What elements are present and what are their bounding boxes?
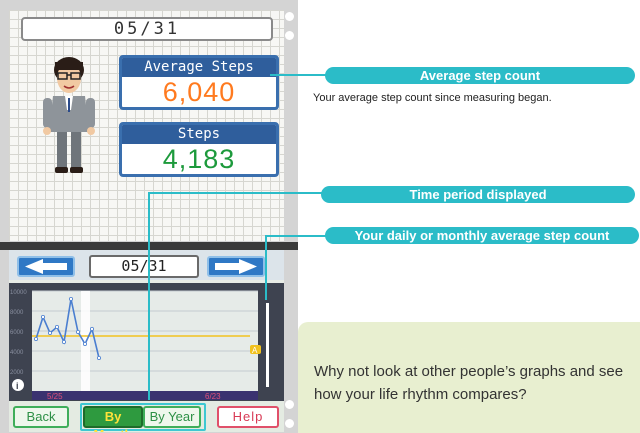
y-tick-label: 4000 bbox=[10, 350, 24, 356]
data-point bbox=[69, 296, 74, 301]
date-nav-bar: 05/31 bbox=[9, 250, 284, 280]
svg-text:A: A bbox=[252, 346, 258, 355]
bottom-dot-2 bbox=[285, 419, 294, 428]
help-button[interactable]: Help bbox=[217, 406, 279, 428]
x-end-label: 6/23 bbox=[205, 392, 221, 401]
step-graph[interactable]: 2000 4000 6000 8000 10000 5/25 6/23 A i bbox=[9, 283, 284, 401]
bottom-date: 05/31 bbox=[89, 255, 199, 278]
svg-text:i: i bbox=[16, 381, 19, 391]
steps-box: Steps 4,183 bbox=[119, 122, 279, 177]
data-point bbox=[76, 330, 81, 335]
graph-scrollbar bbox=[266, 303, 269, 387]
ds-console-frame: 05/31 Average Steps 6,040 Steps 4,183 05… bbox=[0, 0, 298, 433]
arrow-right-icon bbox=[215, 259, 257, 274]
average-step-count-description: Your average step count since measuring … bbox=[313, 92, 552, 104]
y-tick-label: 8000 bbox=[10, 310, 24, 316]
back-button[interactable]: Back bbox=[13, 406, 69, 428]
average-marker: A bbox=[250, 345, 261, 355]
top-dot-1 bbox=[285, 12, 294, 21]
time-period-callout: Time period displayed bbox=[321, 186, 635, 203]
tip-box: Why not look at other people’s graphs an… bbox=[298, 322, 640, 433]
hinge bbox=[0, 242, 298, 250]
info-icon: i bbox=[12, 379, 24, 391]
data-point bbox=[83, 342, 88, 347]
bottom-screen: 05/31 2000 4000 6000 8000 10000 5/25 6/23 bbox=[9, 250, 284, 432]
data-point bbox=[62, 340, 67, 345]
x-axis-band bbox=[32, 391, 258, 400]
data-point bbox=[97, 356, 102, 361]
arrow-left-icon bbox=[25, 259, 67, 274]
bottom-toolbar: Back By Month By Year Help bbox=[9, 401, 284, 432]
top-date: 05/31 bbox=[21, 17, 273, 41]
top-dot-2 bbox=[285, 31, 294, 40]
by-year-button[interactable]: By Year bbox=[143, 406, 201, 428]
data-point bbox=[33, 337, 38, 342]
y-tick-label: 10000 bbox=[10, 290, 27, 296]
daily-monthly-average-callout: Your daily or monthly average step count bbox=[325, 227, 639, 244]
step-graph-panel: 2000 4000 6000 8000 10000 5/25 6/23 A i bbox=[9, 283, 284, 401]
bottom-dot-1 bbox=[285, 400, 294, 409]
next-button[interactable] bbox=[207, 256, 265, 277]
average-steps-value: 6,040 bbox=[162, 77, 236, 107]
average-steps-box: Average Steps 6,040 bbox=[119, 55, 279, 110]
previous-button[interactable] bbox=[17, 256, 75, 277]
steps-label: Steps bbox=[122, 125, 276, 144]
tip-text: Why not look at other people’s graphs an… bbox=[314, 363, 624, 403]
data-point bbox=[41, 315, 46, 320]
top-screen: 05/31 Average Steps 6,040 Steps 4,183 bbox=[9, 10, 284, 241]
y-tick-label: 6000 bbox=[10, 330, 24, 336]
average-steps-label: Average Steps bbox=[122, 58, 276, 77]
mii-avatar bbox=[43, 57, 95, 173]
plot-background bbox=[32, 291, 258, 391]
by-month-button[interactable]: By Month bbox=[83, 406, 143, 432]
data-point bbox=[48, 331, 53, 336]
x-start-label: 5/25 bbox=[47, 392, 63, 401]
steps-value: 4,183 bbox=[162, 144, 236, 174]
data-point bbox=[55, 325, 60, 330]
y-tick-label: 2000 bbox=[10, 370, 24, 376]
average-step-count-callout: Average step count bbox=[325, 67, 635, 84]
data-point bbox=[90, 327, 95, 332]
